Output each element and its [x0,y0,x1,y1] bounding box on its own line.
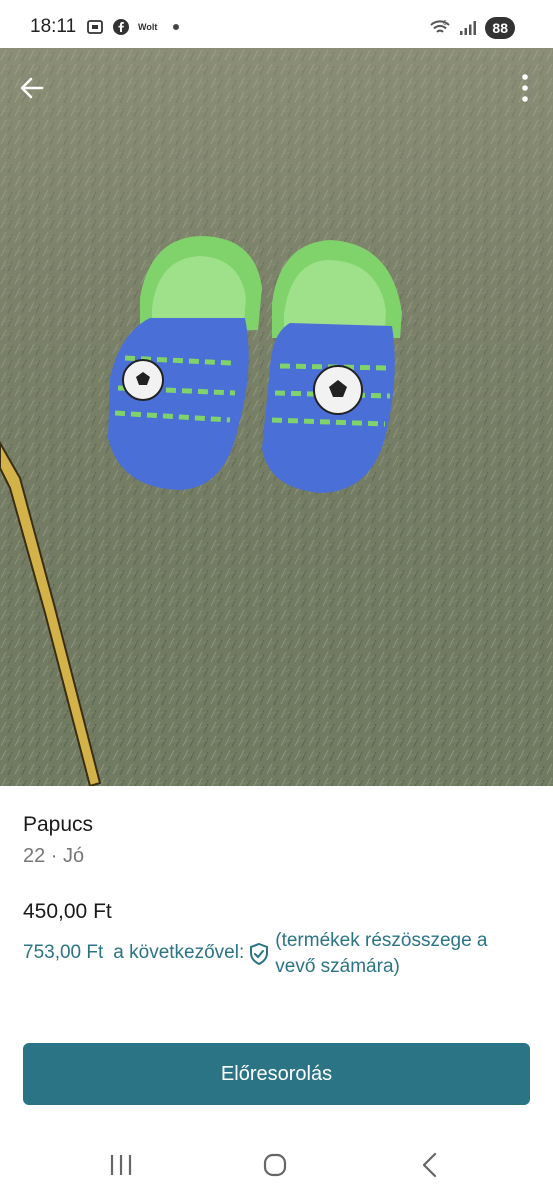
buyer-protection-shield-icon [248,928,270,971]
facebook-icon [112,18,130,36]
status-bar: 18:11 Wolt 6 88 [0,0,553,48]
notification-dot-icon [173,24,180,30]
item-title: Papucs [23,813,94,836]
item-price: 450,00 Ft [23,900,112,923]
status-notification-icons: Wolt [86,18,180,36]
nav-back-icon[interactable] [420,1152,440,1183]
wifi-icon: 6 [429,19,451,37]
more-options-button[interactable] [515,70,535,106]
buyer-total-price: 753,00 Ft [23,942,104,963]
product-image [0,48,553,786]
more-vert-icon [522,74,528,102]
signal-icon [459,20,477,36]
promote-button[interactable]: Előresorolás [23,1043,530,1105]
recents-icon[interactable] [108,1153,134,1182]
system-nav-bar [0,1130,553,1200]
back-button[interactable] [14,70,50,106]
back-arrow-icon [20,77,44,99]
wolt-app-label: Wolt [138,22,158,32]
buyer-note: (termékek részösszege a vevő számára) [275,930,488,977]
item-size-condition: 22 · Jó [23,845,85,867]
product-photo[interactable] [0,48,553,786]
home-icon[interactable] [262,1152,288,1183]
buyer-with-label: a következővel: [113,942,245,963]
status-system-icons: 6 88 [429,17,515,39]
status-time: 18:11 [30,16,77,37]
screenshot-icon [86,18,104,36]
svg-text:6: 6 [443,20,447,27]
buyer-price-info[interactable]: 753,00 Ft a következővel: (termékek rész… [23,928,533,980]
battery-indicator: 88 [485,17,515,39]
